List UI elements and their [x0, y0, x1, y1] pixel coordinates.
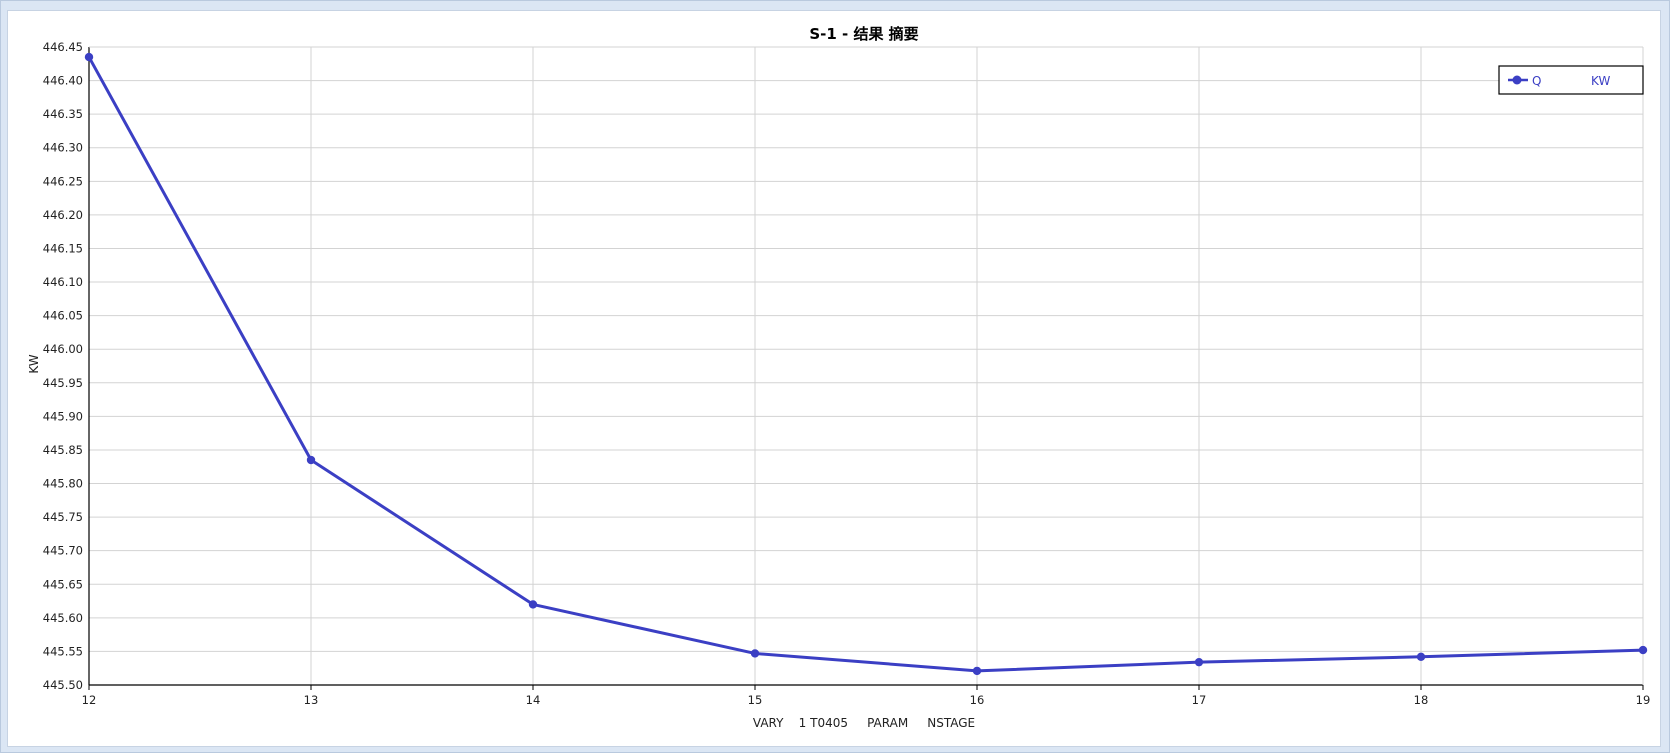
- grid-lines: [89, 46, 1644, 685]
- data-point[interactable]: [1416, 652, 1426, 661]
- data-point[interactable]: [306, 455, 316, 465]
- x-tick-label: 19: [1636, 693, 1651, 707]
- y-tick-label: 446.30: [43, 141, 83, 155]
- chart-window: 445.50 445.55 445.60 445.65 445.70 445.75 445.…: [0, 0, 1670, 753]
- y-tick-label: 445.85: [43, 443, 83, 457]
- y-tick-label: 446.45: [43, 40, 83, 54]
- y-tick-label: 446.25: [43, 174, 83, 188]
- y-tick-label: 445.75: [43, 510, 83, 524]
- data-point[interactable]: [528, 600, 538, 609]
- legend-point-marker: [1512, 75, 1522, 85]
- y-axis-label: KW: [27, 354, 41, 373]
- y-tick-label: 445.95: [43, 376, 83, 390]
- data-point[interactable]: [1194, 657, 1204, 667]
- y-tick-label: 446.35: [43, 107, 83, 121]
- y-tick-label: 445.60: [43, 611, 83, 625]
- data-point[interactable]: [972, 666, 982, 676]
- data-point[interactable]: [84, 52, 94, 62]
- y-tick-label: 446.05: [43, 309, 83, 323]
- plot-area: [89, 47, 1643, 685]
- y-tick-label: 446.15: [43, 241, 83, 255]
- y-tick-label: 445.65: [43, 577, 83, 591]
- legend-series-unit: KW: [1591, 74, 1610, 88]
- y-tick-label: 445.80: [43, 477, 83, 491]
- legend[interactable]: Q KW: [1498, 65, 1644, 95]
- y-tick-label: 445.55: [43, 644, 83, 658]
- legend-series-name: Q: [1532, 74, 1541, 88]
- y-tick-label: 446.40: [43, 74, 83, 88]
- y-tick-label: 446.20: [43, 208, 83, 222]
- x-tick-label: 18: [1414, 693, 1429, 707]
- x-tick-label: 13: [304, 693, 319, 707]
- x-tick-label: 12: [82, 693, 97, 707]
- y-tick-label: 446.10: [43, 275, 83, 289]
- x-axis-label: VARY 1 T0405 PARAM NSTAGE: [753, 716, 975, 730]
- line-chart[interactable]: 445.50 445.55 445.60 445.65 445.70 445.75 445.…: [1, 1, 1670, 754]
- x-tick-label: 16: [970, 693, 985, 707]
- y-tick-label: 446.00: [43, 342, 83, 356]
- x-tick-label: 15: [748, 693, 763, 707]
- y-tick-label: 445.70: [43, 544, 83, 558]
- data-point[interactable]: [1638, 645, 1648, 655]
- y-tick-label: 445.90: [43, 409, 83, 423]
- y-tick-label: 445.50: [43, 678, 83, 692]
- data-point[interactable]: [750, 649, 760, 658]
- x-tick-label: 14: [526, 693, 541, 707]
- x-tick-label: 17: [1192, 693, 1207, 707]
- chart-title: S-1 - 结果 摘要: [809, 25, 918, 43]
